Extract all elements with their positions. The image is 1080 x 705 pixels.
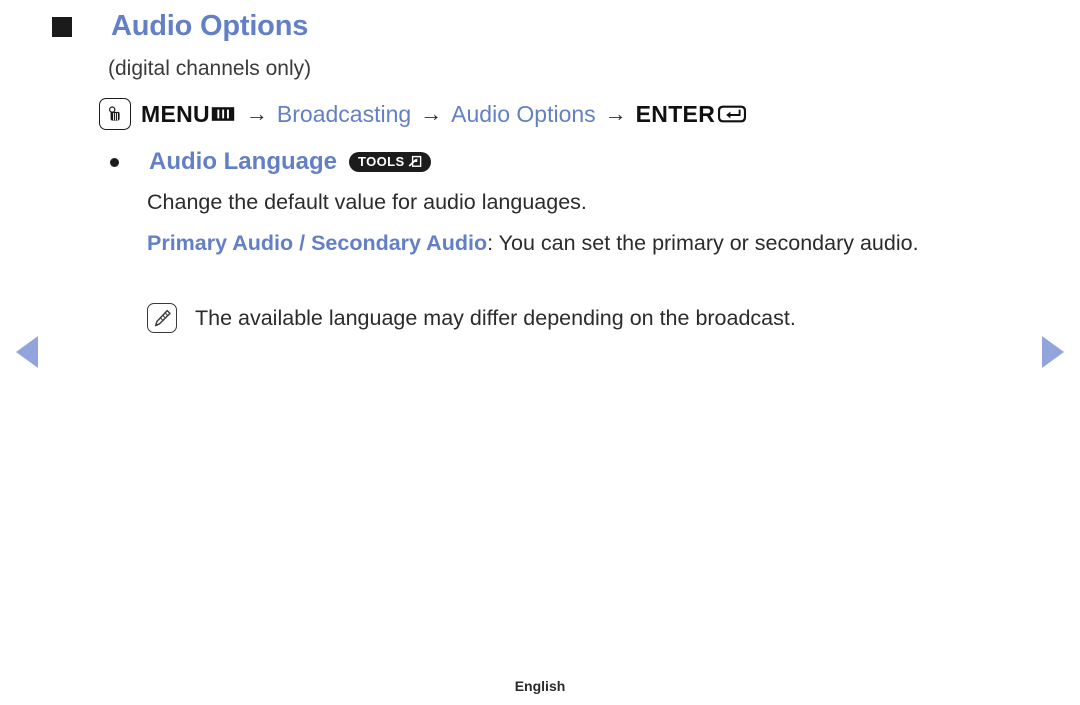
enter-return-key-icon — [717, 103, 747, 125]
option-detail-line: Primary Audio / Secondary Audio: You can… — [147, 230, 1027, 258]
note-pencil-icon — [147, 303, 177, 333]
option-detail-separator: : — [487, 231, 499, 255]
footer-language-label: English — [514, 678, 566, 694]
option-description: Change the default value for audio langu… — [147, 190, 587, 214]
option-title: Audio Language — [149, 148, 337, 175]
path-separator-3: → — [604, 101, 627, 126]
path-separator-2: → — [420, 101, 443, 126]
menu-label: MENU — [141, 100, 210, 127]
path-separator-1: → — [245, 101, 268, 126]
note-row: The available language may differ depend… — [147, 303, 796, 333]
next-page-arrow-icon[interactable] — [1042, 336, 1064, 368]
path-step-broadcasting: Broadcasting — [276, 100, 412, 127]
option-detail-name: Primary Audio / Secondary Audio — [147, 231, 488, 255]
round-bullet-icon — [110, 157, 119, 167]
option-bullet-row: Audio Language TOOLS — [110, 150, 431, 174]
menu-bars-icon — [211, 105, 235, 123]
page-title: Audio Options — [111, 10, 309, 42]
path-step-audio-options: Audio Options — [451, 100, 596, 127]
prev-page-arrow-icon[interactable] — [16, 336, 38, 368]
square-bullet-icon — [52, 16, 72, 37]
section-heading: Audio Options — [52, 12, 308, 41]
manual-page: Audio Options (digital channels only) ME… — [0, 0, 1080, 705]
menu-path-breadcrumb: MENU → Broadcasting → Audio Options → EN… — [99, 98, 747, 130]
note-text: The available language may differ depend… — [195, 306, 796, 330]
press-button-icon — [99, 98, 131, 130]
tools-badge-label: TOOLS — [358, 154, 405, 169]
option-detail-text: You can set the primary or secondary aud… — [498, 231, 919, 255]
tools-badge[interactable]: TOOLS — [349, 152, 431, 172]
tools-arrow-icon — [408, 155, 422, 168]
page-subtitle: (digital channels only) — [108, 57, 312, 80]
enter-label: ENTER — [635, 100, 716, 127]
